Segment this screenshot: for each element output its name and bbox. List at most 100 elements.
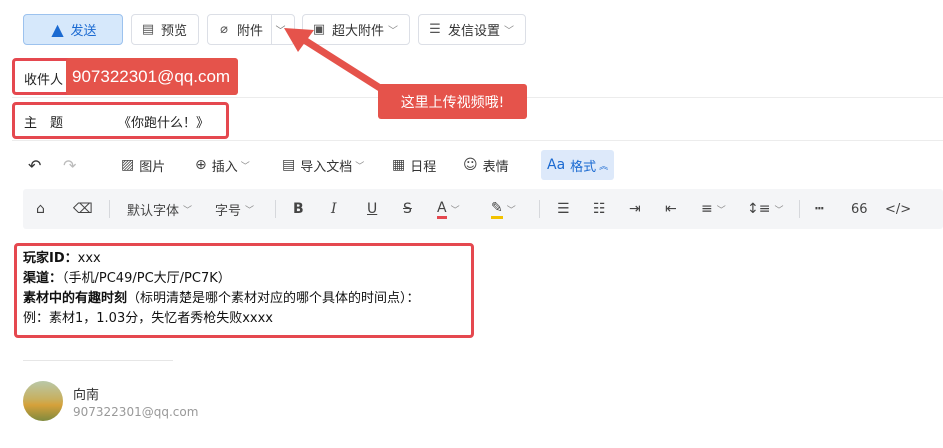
signature-name: 向南 <box>73 388 100 403</box>
insert-button[interactable]: ⊕ 插入 ﹀ <box>195 150 250 180</box>
highlighter-icon: ✎ <box>491 200 503 219</box>
font-color-icon: A <box>437 200 447 219</box>
smiley-icon: ☺ <box>463 157 478 173</box>
chevron-down-icon: ﹀ <box>245 205 255 216</box>
font-size-label: 字号 <box>215 203 242 219</box>
toolbar-divider <box>275 200 276 218</box>
editor-toolbar-format: ⌂ ⌫ 默认字体 ﹀ 字号 ﹀ B I U S A ﹀ ✎ ﹀ ☰ ☷ ⇥ ⇤ … <box>23 189 943 229</box>
send-button[interactable]: ▲ 发送 <box>23 14 123 45</box>
code-icon: </> <box>885 201 912 217</box>
indent-button[interactable]: ⇥ <box>629 198 641 220</box>
line-height-button[interactable]: ↕≡ ﹀ <box>747 198 783 220</box>
editor-toolbar-top: ↶ ↷ ▨ 图片 ⊕ 插入 ﹀ ▤ 导入文档 ﹀ ▦ 日程 ☺ 表情 Aa 格式 <box>23 150 943 180</box>
bullet-list-button[interactable]: ☰ <box>557 198 570 220</box>
bullet-list-icon: ☰ <box>557 201 570 217</box>
document-icon: ▤ <box>282 157 296 173</box>
font-family-select[interactable]: 默认字体 ﹀ <box>127 198 192 220</box>
format-button[interactable]: Aa 格式 ︽ <box>541 150 615 180</box>
import-doc-button[interactable]: ▤ 导入文档 ﹀ <box>282 150 364 180</box>
format-painter-button[interactable]: ⌂ <box>36 198 45 220</box>
indent-icon: ⇥ <box>629 201 641 217</box>
toolbar-divider <box>109 200 110 218</box>
numbered-list-button[interactable]: ☷ <box>593 198 606 220</box>
recipient-value: 907322301@qq.com <box>72 66 231 86</box>
code-button[interactable]: </> <box>885 198 911 220</box>
send-settings-button[interactable]: ☰ 发信设置 ﹀ <box>418 14 526 45</box>
compose-toolbar: ▲ 发送 ▤ 预览 ⌀ 附件 ﹀ ▣ 超大附件 ﹀ ☰ 发信设置 ﹀ <box>0 0 943 60</box>
redo-button[interactable]: ↷ <box>63 150 76 180</box>
underline-icon: U <box>367 201 378 217</box>
chevron-down-icon: ﹀ <box>355 161 365 172</box>
paperclip-icon: ⌀ <box>220 22 228 37</box>
emoji-button[interactable]: ☺ 表情 <box>463 150 509 180</box>
preview-icon: ▤ <box>141 22 155 37</box>
strikethrough-icon: S <box>403 201 412 217</box>
image-button[interactable]: ▨ 图片 <box>121 150 165 180</box>
line-height-icon: ↕≡ <box>747 201 771 217</box>
quote-icon: 66 <box>851 201 868 217</box>
toolbar-divider <box>799 200 800 218</box>
attach-button[interactable]: ⌀ 附件 <box>208 15 271 44</box>
subject-highlight-box <box>12 102 229 139</box>
format-painter-icon: ⌂ <box>36 201 45 217</box>
font-size-select[interactable]: 字号 ﹀ <box>215 198 254 220</box>
recipient-chip[interactable]: 907322301@qq.com <box>66 58 238 95</box>
bold-button[interactable]: B <box>293 198 304 220</box>
highlight-color-button[interactable]: ✎ ﹀ <box>491 198 516 220</box>
horizontal-rule-icon: ┅ <box>815 201 824 217</box>
quote-button[interactable]: 66 <box>851 198 868 220</box>
image-icon: ▨ <box>121 157 135 173</box>
compose-page: ▲ 发送 ▤ 预览 ⌀ 附件 ﹀ ▣ 超大附件 ﹀ ☰ 发信设置 ﹀ 收件人 9… <box>0 0 943 448</box>
undo-button[interactable]: ↶ <box>28 150 41 180</box>
annotation-arrow-icon <box>284 28 384 92</box>
plus-circle-icon: ⊕ <box>195 157 207 173</box>
chevron-down-icon: ﹀ <box>716 205 726 216</box>
preview-button[interactable]: ▤ 预览 <box>131 14 199 45</box>
bold-icon: B <box>293 201 304 217</box>
undo-icon: ↶ <box>28 155 42 175</box>
send-settings-label: 发信设置 <box>448 24 501 39</box>
send-icon: ▲ <box>51 20 64 39</box>
italic-button[interactable]: I <box>331 198 337 220</box>
schedule-button[interactable]: ▦ 日程 <box>392 150 436 180</box>
emoji-label: 表情 <box>482 159 509 175</box>
outdent-icon: ⇤ <box>665 201 677 217</box>
chevron-down-icon: ﹀ <box>504 26 515 37</box>
horizontal-rule-button[interactable]: ┅ <box>815 198 823 220</box>
outdent-button[interactable]: ⇤ <box>665 198 677 220</box>
preview-label: 预览 <box>161 24 188 39</box>
chevron-down-icon: ﹀ <box>240 161 250 172</box>
chevron-down-icon: ﹀ <box>774 205 784 216</box>
format-label: 格式 <box>570 159 597 175</box>
signature-divider <box>23 360 173 361</box>
align-left-icon: ≡ <box>701 201 713 217</box>
underline-button[interactable]: U <box>367 198 377 220</box>
redo-icon: ↷ <box>63 155 77 175</box>
chevron-down-icon: ﹀ <box>183 205 193 216</box>
signature-email: 907322301@qq.com <box>73 405 199 419</box>
schedule-label: 日程 <box>410 159 437 175</box>
body-highlight-box <box>14 243 474 338</box>
avatar <box>23 381 63 421</box>
numbered-list-icon: ☷ <box>593 201 606 217</box>
format-icon: Aa <box>547 157 566 173</box>
font-family-label: 默认字体 <box>127 203 180 219</box>
annotation-callout: 这里上传视频哦! <box>378 84 527 119</box>
calendar-icon: ▦ <box>392 157 406 173</box>
italic-icon: I <box>331 201 337 217</box>
send-label: 发送 <box>70 24 97 39</box>
insert-label: 插入 <box>211 159 238 175</box>
attach-label: 附件 <box>237 24 264 39</box>
chevron-up-icon: ︽ <box>599 161 609 172</box>
chevron-down-icon: ﹀ <box>450 205 460 216</box>
toolbar-divider <box>539 200 540 218</box>
strikethrough-button[interactable]: S <box>403 198 412 220</box>
annotation-text: 这里上传视频哦! <box>400 94 505 111</box>
image-label: 图片 <box>139 159 166 175</box>
import-doc-label: 导入文档 <box>300 159 353 175</box>
chevron-down-icon: ﹀ <box>506 205 516 216</box>
font-color-button[interactable]: A ﹀ <box>437 198 460 220</box>
eraser-icon: ⌫ <box>73 201 93 217</box>
clear-format-button[interactable]: ⌫ <box>73 198 93 220</box>
align-button[interactable]: ≡ ﹀ <box>701 198 726 220</box>
